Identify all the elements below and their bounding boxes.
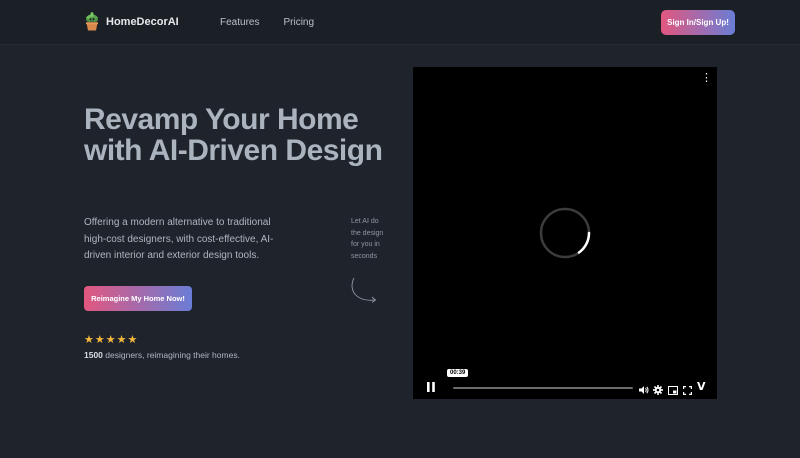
nav-pricing-link[interactable]: Pricing	[283, 17, 314, 28]
hero-description: Offering a modern alternative to traditi…	[84, 217, 274, 261]
side-note: Let AI do the design for you in seconds	[351, 218, 384, 260]
video-timeline[interactable]	[453, 387, 633, 389]
rating-stars: ★ ★ ★ ★ ★	[84, 335, 137, 346]
video-player[interactable]: ⋮ 00:39 V	[413, 67, 717, 399]
pip-icon[interactable]	[668, 382, 678, 400]
volume-icon[interactable]	[639, 382, 649, 400]
designer-count: 1500	[84, 350, 103, 360]
current-time: 00:39	[447, 369, 469, 377]
plant-pot-icon	[84, 12, 100, 31]
star-icon: ★	[127, 334, 138, 346]
video-controls: 00:39 V	[413, 369, 717, 399]
social-proof: 1500 designers, reimagining their homes.	[84, 350, 240, 360]
loading-spinner-icon	[539, 207, 591, 264]
star-icon: ★	[116, 334, 127, 346]
brand-name: HomeDecorAI	[106, 15, 179, 28]
star-icon: ★	[94, 334, 105, 346]
pause-icon[interactable]	[427, 379, 435, 392]
nav-features-link[interactable]: Features	[220, 17, 259, 28]
gear-icon[interactable]	[653, 382, 663, 400]
reimagine-home-button[interactable]: Reimagine My Home Now!	[84, 286, 192, 311]
signin-signup-button[interactable]: Sign In/Sign Up!	[661, 10, 735, 35]
hero-title: Revamp Your Home with AI-Driven Design	[84, 103, 383, 167]
fullscreen-icon[interactable]	[683, 382, 692, 400]
vimeo-icon[interactable]: V	[697, 381, 706, 392]
curved-arrow-icon	[348, 276, 378, 309]
top-navbar: HomeDecorAI Features Pricing Sign In/Sig…	[0, 0, 800, 45]
social-proof-text: designers, reimagining their homes.	[102, 350, 240, 360]
main-nav: Features Pricing	[220, 17, 314, 28]
brand-logo[interactable]: HomeDecorAI	[84, 12, 179, 31]
star-icon: ★	[105, 334, 116, 346]
more-vertical-icon[interactable]: ⋮	[701, 73, 712, 84]
star-icon: ★	[84, 334, 94, 346]
